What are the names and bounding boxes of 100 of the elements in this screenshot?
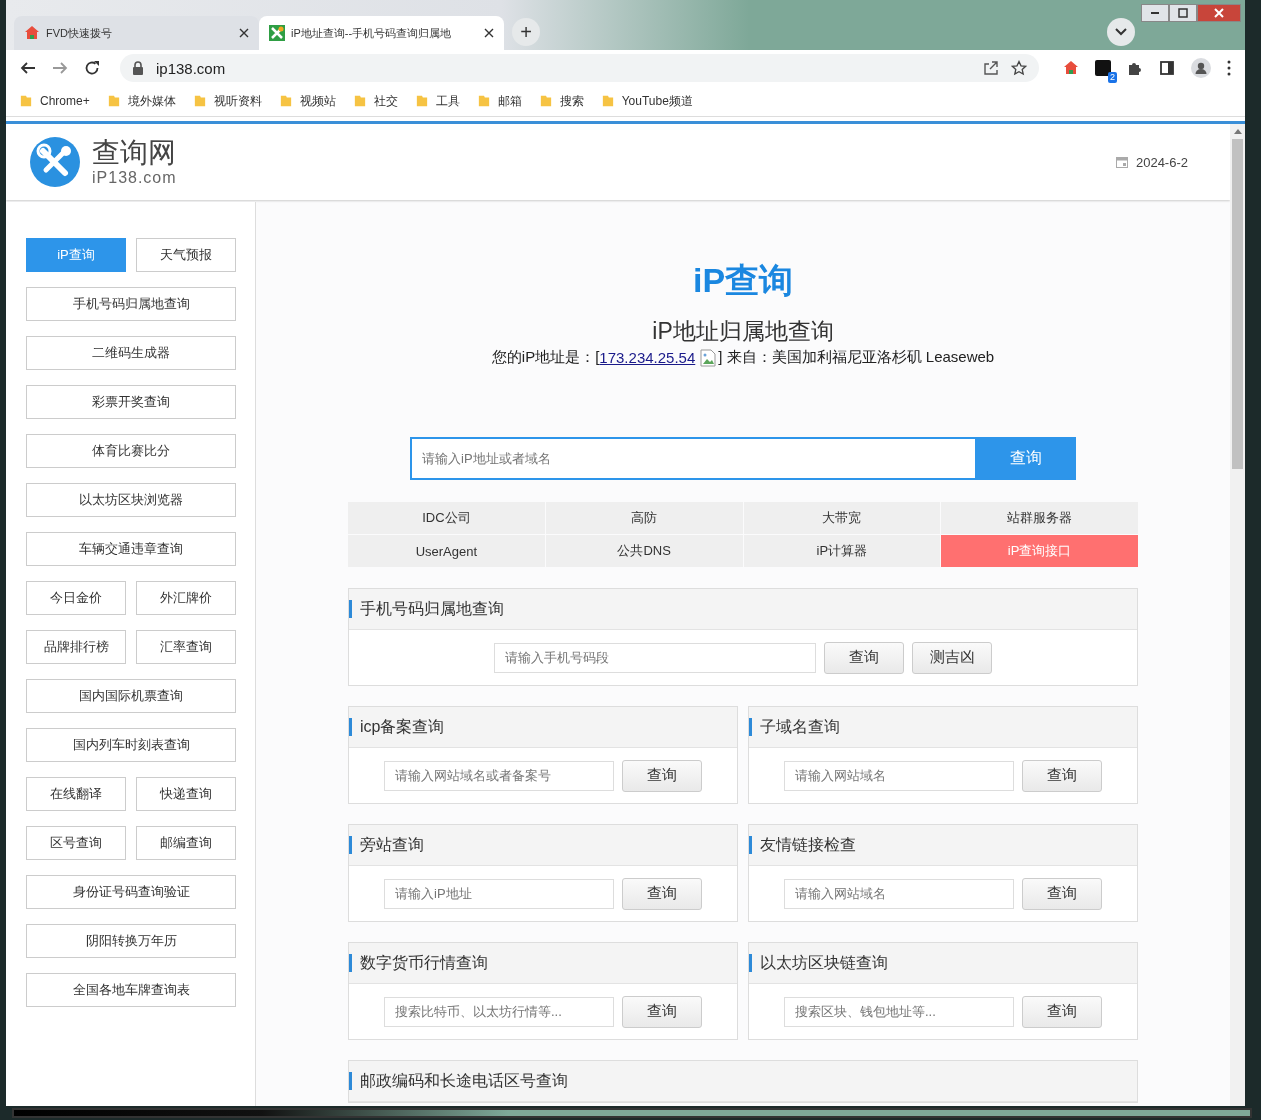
- sidebar-link[interactable]: 二维码生成器: [26, 336, 236, 370]
- accent-bar: [349, 600, 352, 618]
- link-tile[interactable]: iP计算器: [743, 535, 941, 567]
- card-title: 手机号码归属地查询: [360, 598, 504, 619]
- bookmark[interactable]: 搜索: [539, 92, 584, 110]
- query-field[interactable]: 请输入网站域名: [784, 878, 1014, 909]
- tools-icon: [269, 25, 285, 41]
- bookmark[interactable]: YouTube频道: [601, 92, 693, 110]
- accent-bar: [749, 718, 752, 736]
- query-button[interactable]: 查询: [622, 877, 702, 910]
- folder-icon: [415, 94, 428, 108]
- profile-avatar-icon[interactable]: [1191, 58, 1211, 78]
- query-field[interactable]: 请输入网站域名或者备案号: [384, 760, 614, 791]
- sidebar-link[interactable]: 体育比赛比分: [26, 434, 236, 468]
- ip-label: 您的iP地址是：[: [491, 348, 600, 367]
- folder-icon: [601, 94, 614, 108]
- site-domain: iP138.com: [92, 169, 177, 187]
- new-tab-button[interactable]: +: [512, 18, 540, 46]
- query-button[interactable]: 查询: [1022, 759, 1102, 792]
- extension-icon[interactable]: [1095, 60, 1111, 76]
- query-field[interactable]: 请输入网站域名: [784, 760, 1014, 791]
- sidebar-link[interactable]: 今日金价: [26, 581, 126, 615]
- bookmark[interactable]: 视频站: [279, 92, 336, 110]
- puzzle-icon[interactable]: [1127, 60, 1143, 76]
- card-title: icp备案查询: [360, 716, 445, 737]
- bookmark[interactable]: Chrome+: [20, 94, 90, 108]
- site-name: 查询网: [92, 137, 177, 169]
- chevron-down-icon: [1115, 28, 1127, 36]
- bookmark[interactable]: 邮箱: [477, 92, 522, 110]
- sidebar-link[interactable]: 邮编查询: [136, 826, 236, 860]
- sidebar-link[interactable]: 外汇牌价: [136, 581, 236, 615]
- browser-tab[interactable]: iP地址查询--手机号码查询归属地: [259, 16, 504, 50]
- side-panel-icon[interactable]: [1159, 60, 1175, 76]
- close-icon[interactable]: [484, 28, 494, 38]
- link-tile[interactable]: 站群服务器: [941, 502, 1138, 534]
- link-tile[interactable]: 高防: [545, 502, 743, 534]
- more-menu-icon[interactable]: [1227, 60, 1231, 76]
- query-button[interactable]: 查询: [1022, 877, 1102, 910]
- close-icon[interactable]: [239, 28, 249, 38]
- scroll-up-arrow-icon[interactable]: [1233, 129, 1242, 134]
- sidebar-link[interactable]: 区号查询: [26, 826, 126, 860]
- sidebar-link[interactable]: 手机号码归属地查询: [26, 287, 236, 321]
- sidebar-link[interactable]: 车辆交通违章查询: [26, 532, 236, 566]
- maximize-button[interactable]: [1169, 4, 1197, 22]
- link-tile[interactable]: IDC公司: [348, 502, 545, 534]
- query-button[interactable]: 查询: [622, 759, 702, 792]
- bookmark[interactable]: 社交: [353, 92, 398, 110]
- sidebar-link[interactable]: 快递查询: [136, 777, 236, 811]
- sidebar-link[interactable]: 天气预报: [136, 238, 236, 272]
- close-button[interactable]: [1197, 4, 1241, 22]
- bookmark[interactable]: 视听资料: [193, 92, 262, 110]
- accent-bar: [349, 954, 352, 972]
- house-icon[interactable]: [1063, 60, 1079, 76]
- forward-arrow-icon[interactable]: [52, 60, 68, 76]
- browser-tab[interactable]: FVD快速拨号: [14, 16, 259, 50]
- card-title: 旁站查询: [360, 834, 424, 855]
- address-bar[interactable]: ip138.com: [120, 54, 1039, 82]
- link-tile[interactable]: 大带宽: [743, 502, 941, 534]
- sidebar-link[interactable]: 阴阳转换万年历: [26, 924, 236, 958]
- star-icon[interactable]: [1011, 60, 1027, 76]
- broken-image-icon: [700, 348, 717, 367]
- sidebar-link[interactable]: 品牌排行榜: [26, 630, 126, 664]
- link-tile[interactable]: 公共DNS: [545, 535, 743, 567]
- sidebar-link[interactable]: 汇率查询: [136, 630, 236, 664]
- ip-location: ] 来自：美国加利福尼亚洛杉矶 Leaseweb: [718, 348, 995, 367]
- query-button[interactable]: 测吉凶: [912, 641, 992, 674]
- query-field[interactable]: 请输入iP地址: [384, 878, 614, 909]
- wrench-screwdriver-logo-icon: [30, 137, 80, 187]
- sidebar-link[interactable]: 以太坊区块浏览器: [26, 483, 236, 517]
- back-arrow-icon[interactable]: [20, 60, 36, 76]
- maximize-icon: [1178, 8, 1188, 18]
- sidebar-link[interactable]: 身份证号码查询验证: [26, 875, 236, 909]
- folder-icon: [279, 94, 292, 108]
- minimize-button[interactable]: [1141, 4, 1169, 22]
- share-icon[interactable]: [983, 60, 999, 76]
- query-button[interactable]: 查询: [824, 641, 904, 674]
- query-field[interactable]: 请输入手机号码段: [494, 642, 816, 673]
- query-button[interactable]: 查询: [1022, 995, 1102, 1028]
- sidebar-link[interactable]: 在线翻译: [26, 777, 126, 811]
- bookmark[interactable]: 境外媒体: [107, 92, 176, 110]
- bookmark[interactable]: 工具: [415, 92, 460, 110]
- link-tile[interactable]: UserAgent: [348, 535, 545, 567]
- query-button[interactable]: 查询: [622, 995, 702, 1028]
- sidebar-link[interactable]: 彩票开奖查询: [26, 385, 236, 419]
- search-field[interactable]: 请输入iP地址或者域名: [410, 437, 975, 480]
- scrollbar-thumb[interactable]: [1232, 139, 1243, 469]
- card-title: 以太坊区块链查询: [760, 952, 888, 973]
- folder-icon: [477, 94, 490, 108]
- lock-icon: [132, 61, 144, 75]
- scrollbar[interactable]: [1230, 124, 1245, 1106]
- query-field[interactable]: 搜索区块、钱包地址等...: [784, 996, 1014, 1027]
- tab-search-button[interactable]: [1107, 18, 1135, 46]
- sidebar-link[interactable]: 国内国际机票查询: [26, 679, 236, 713]
- query-field[interactable]: 搜索比特币、以太坊行情等...: [384, 996, 614, 1027]
- reload-icon[interactable]: [84, 60, 100, 76]
- sidebar-link[interactable]: 全国各地车牌查询表: [26, 973, 236, 1007]
- date-text: 2024-6-2: [1135, 154, 1188, 170]
- sidebar-link[interactable]: 国内列车时刻表查询: [26, 728, 236, 762]
- ip-address-link[interactable]: 173.234.25.54: [599, 349, 696, 366]
- card-title: 友情链接检查: [760, 834, 856, 855]
